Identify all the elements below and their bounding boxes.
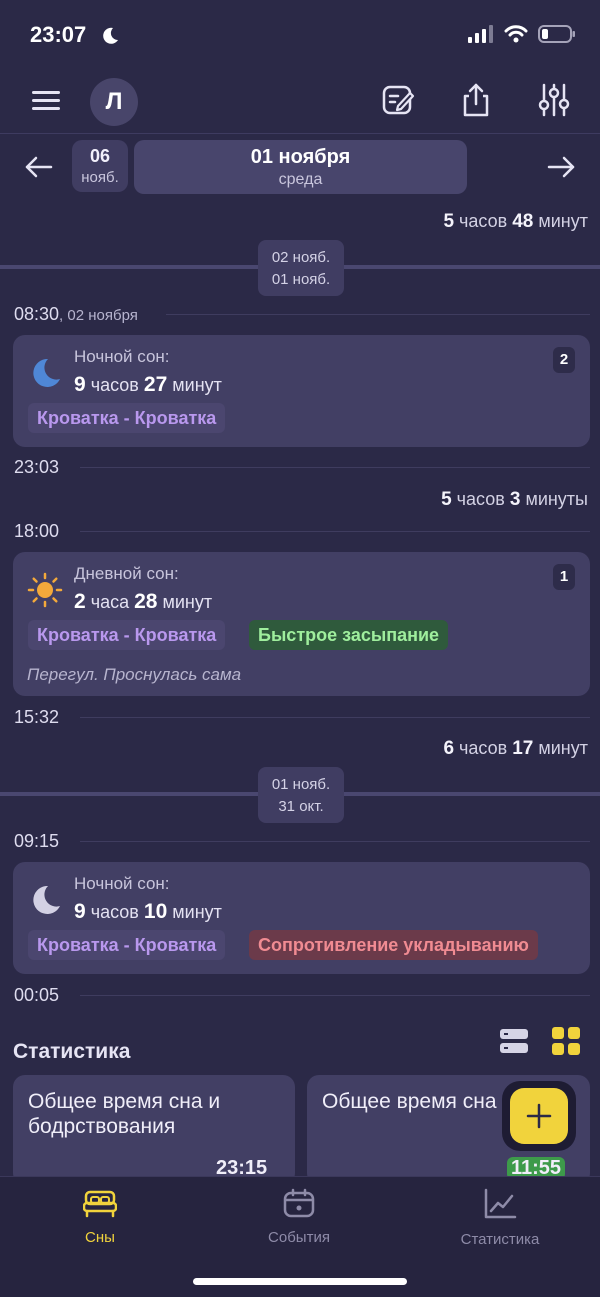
nav-label: Статистика <box>460 1231 540 1248</box>
stat-card-title: Общее время сна <box>322 1090 497 1113</box>
nav-item-events[interactable]: События <box>219 1188 379 1246</box>
menu-icon[interactable] <box>32 88 60 112</box>
sleep-duration: 9 часов 27 минут <box>74 373 222 396</box>
sleep-type: Ночной сон: <box>74 347 170 366</box>
place-tag: Кроватка - Кроватка <box>28 403 226 433</box>
timeline-time: 08:30, 02 ноября <box>14 304 138 324</box>
header-divider <box>0 133 600 134</box>
fast-asleep-tag: Быстрое засыпание <box>249 620 449 650</box>
wifi-icon <box>504 25 528 43</box>
wake-count-badge: 2 <box>553 347 575 373</box>
avatar[interactable]: Л <box>90 78 138 126</box>
awake-duration: 5 часов 48 минут <box>443 211 588 232</box>
prev-day: 06 <box>89 146 111 166</box>
moon-icon <box>33 885 60 914</box>
prev-month: нояб. <box>81 169 119 186</box>
current-weekday: среда <box>278 171 323 188</box>
wake-count-badge: 1 <box>553 564 575 590</box>
current-date: 01 ноября <box>250 146 351 168</box>
edit-note-icon[interactable] <box>380 82 416 118</box>
timeline-time: 18:00 <box>14 521 60 541</box>
sleep-card-night[interactable]: Ночной сон: 9 часов 10 минут Кроватка - … <box>13 862 590 974</box>
calendar-icon <box>283 1188 315 1218</box>
place-tag: Кроватка - Кроватка <box>28 620 226 650</box>
sleep-duration: 9 часов 10 минут <box>74 900 222 923</box>
stat-card-title: Общее время сна и бодрствования <box>28 1090 221 1138</box>
arrow-left-icon[interactable] <box>22 150 56 184</box>
nav-label: События <box>268 1229 330 1246</box>
nav-label: Сны <box>85 1229 115 1246</box>
stats-title: Статистика <box>13 1040 131 1063</box>
nav-item-sleeps[interactable]: Сны <box>20 1188 180 1246</box>
sleep-card-day[interactable]: Дневной сон: 2 часа 28 минут 1 Кроватка … <box>13 552 590 696</box>
sleep-type: Ночной сон: <box>74 874 170 893</box>
timeline-time: 23:03 <box>14 457 60 477</box>
moon-icon <box>33 358 60 387</box>
signal-icon <box>468 25 493 43</box>
awake-duration: 5 часов 3 минуты <box>441 489 588 510</box>
current-date-button[interactable]: 01 ноября среда <box>134 140 467 194</box>
status-icons <box>468 24 576 44</box>
add-button[interactable] <box>510 1088 568 1144</box>
do-not-disturb-icon <box>103 27 118 44</box>
grid-view-icon[interactable] <box>551 1026 581 1056</box>
arrow-right-icon[interactable] <box>544 150 578 184</box>
timeline-line <box>80 841 590 842</box>
share-icon[interactable] <box>458 82 494 118</box>
timeline-line <box>80 717 590 718</box>
battery-icon <box>538 25 575 43</box>
resistance-tag: Сопротивление укладыванию <box>249 930 538 960</box>
home-indicator <box>193 1278 407 1285</box>
timeline-time: 00:05 <box>14 985 60 1005</box>
chart-icon <box>484 1188 517 1219</box>
list-view-icon[interactable] <box>499 1026 529 1056</box>
plus-icon <box>526 1103 552 1129</box>
stat-card-total-sleep-wake[interactable]: Общее время сна и бодрствования 23:15 <box>13 1075 295 1185</box>
timeline-time: 15:32 <box>14 707 60 727</box>
sleep-note: Перегул. Проснулась сама <box>27 665 242 684</box>
timeline-line <box>80 531 590 532</box>
sleep-type: Дневной сон: <box>74 564 179 583</box>
timeline-line <box>80 467 590 468</box>
awake-duration: 6 часов 17 минут <box>443 738 588 759</box>
prev-date-chip[interactable]: 06 нояб. <box>72 140 128 192</box>
filter-sliders-icon[interactable] <box>536 82 572 118</box>
timeline-line <box>166 314 590 315</box>
sleep-duration: 2 часа 28 минут <box>74 590 213 613</box>
timeline-time: 09:15 <box>14 831 60 851</box>
nav-item-statistics[interactable]: Статистика <box>420 1188 580 1248</box>
timeline-line <box>80 995 590 996</box>
bed-icon <box>82 1190 118 1218</box>
sun-icon <box>27 572 63 608</box>
place-tag: Кроватка - Кроватка <box>28 930 226 960</box>
sleep-card-night[interactable]: Ночной сон: 9 часов 27 минут 2 Кроватка … <box>13 335 590 447</box>
day-change-chip: 01 нояб. 31 окт. <box>258 767 344 823</box>
day-change-chip: 02 нояб. 01 нояб. <box>258 240 344 296</box>
status-time: 23:07 <box>30 22 87 47</box>
